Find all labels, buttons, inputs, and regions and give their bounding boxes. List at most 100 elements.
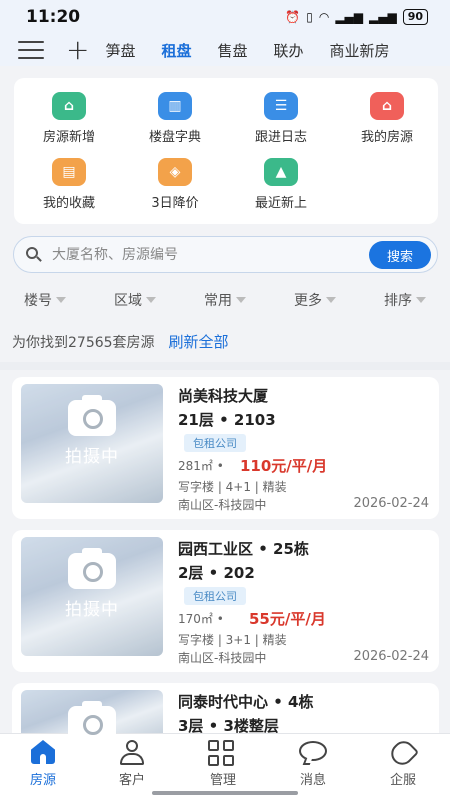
message-icon: [298, 740, 328, 766]
my-house-icon: ⌂: [370, 92, 404, 120]
quick-action-label: 楼盘字典: [148, 130, 201, 145]
quick-action-favorites[interactable]: ▤ 我的收藏: [14, 158, 124, 211]
quick-action-label: 我的房源: [360, 130, 413, 145]
search-icon: [26, 246, 42, 263]
listing-card[interactable]: 拍摄中 尚美科技大厦 21层 • 2103 包租公司 281㎡ • 110元/平…: [12, 377, 439, 519]
nav-label: 客户: [118, 773, 145, 788]
filter-common[interactable]: 常用: [204, 290, 246, 310]
listing-area: 281㎡ •: [178, 459, 224, 473]
quick-action-label: 最近新上: [254, 196, 307, 211]
search-button[interactable]: 搜索: [369, 241, 431, 269]
quick-action-label: 我的收藏: [42, 196, 95, 211]
camera-icon: [68, 548, 116, 589]
listing-district: 南山区-科技园中: [178, 498, 267, 512]
listing-date: 2026-02-24: [353, 649, 429, 664]
tab-sale[interactable]: 售盘: [218, 40, 248, 61]
listing-title: 尚美科技大厦: [178, 387, 269, 405]
divider: [0, 362, 450, 370]
listing-photo: 拍摄中: [21, 384, 163, 503]
menu-icon[interactable]: [18, 41, 44, 59]
status-icons: ⏰ ▯ ◠ ▂▄▆ ▂▄▆ 90: [285, 9, 428, 25]
filter-area[interactable]: 区域: [114, 290, 156, 310]
tab-joint-office[interactable]: 联办: [274, 40, 304, 61]
vibrate-icon: ▯: [306, 10, 313, 24]
caret-down-icon: [56, 297, 66, 303]
alarm-icon: ⏰: [285, 10, 301, 24]
listing-badge: 包租公司: [184, 587, 246, 605]
result-row: 为你找到27565套房源 刷新全部: [12, 331, 229, 352]
listing-tags: 写字楼 | 3+1 | 精装: [178, 633, 287, 647]
nav-clients[interactable]: 客户: [97, 740, 167, 788]
listing-card[interactable]: 拍摄中 园西工业区 • 25栋 2层 • 202 包租公司 170㎡ • 55元…: [12, 530, 439, 672]
nav-label: 房源: [29, 773, 56, 788]
listing-badge: 包租公司: [184, 434, 246, 452]
filter-label: 更多: [294, 293, 322, 309]
new-bag-icon: ▲: [264, 158, 298, 186]
camera-icon: [68, 395, 116, 436]
search-bar: 搜索: [13, 236, 438, 273]
listing-area: 170㎡ •: [178, 612, 224, 626]
search-input[interactable]: [52, 246, 352, 263]
top-bar: + 笋盘 租盘 售盘 联办 商业新房: [0, 34, 450, 66]
status-bar: 11:20 ⏰ ▯ ◠ ▂▄▆ ▂▄▆ 90: [0, 0, 450, 34]
listing-price: 55元/平/月: [249, 610, 326, 628]
caret-down-icon: [416, 297, 426, 303]
filter-label: 排序: [384, 293, 412, 309]
filter-more[interactable]: 更多: [294, 290, 336, 310]
wallet-icon: ▤: [52, 158, 86, 186]
camera-icon: [68, 701, 116, 742]
quick-action-price-drop[interactable]: ◈ 3日降价: [120, 158, 230, 211]
filter-building-number[interactable]: 楼号: [24, 290, 66, 310]
listing-district: 南山区-科技园中: [178, 651, 267, 665]
quick-action-follow-log[interactable]: ☰ 跟进日志: [226, 92, 336, 145]
battery-icon: 90: [402, 9, 428, 25]
house-plus-icon: ⌂: [52, 92, 86, 120]
bottom-nav: 房源 客户 管理 消息 企服: [0, 733, 450, 800]
listing-photo: 拍摄中: [21, 537, 163, 656]
grid-icon: [208, 740, 238, 766]
nav-label: 消息: [299, 773, 326, 788]
refresh-all-link[interactable]: 刷新全部: [169, 331, 229, 352]
wifi-icon: ◠: [318, 10, 330, 24]
nav-listings[interactable]: 房源: [8, 740, 78, 788]
quick-action-recent-new[interactable]: ▲ 最近新上: [226, 158, 336, 211]
filter-sort[interactable]: 排序: [384, 290, 426, 310]
quick-actions-card: ⌂ 房源新增 ▥ 楼盘字典 ☰ 跟进日志 ⌂ 我的房源 ▤ 我的收藏 ◈ 3日降…: [14, 78, 438, 224]
heart-icon: [386, 736, 420, 770]
home-icon: [28, 740, 58, 766]
quick-action-my-listings[interactable]: ⌂ 我的房源: [332, 92, 442, 145]
tab-sunpan[interactable]: 笋盘: [105, 40, 135, 61]
caret-down-icon: [326, 297, 336, 303]
status-time: 11:20: [26, 7, 81, 27]
person-icon: [117, 740, 147, 766]
building-icon: ▥: [158, 92, 192, 120]
home-indicator[interactable]: [152, 791, 298, 795]
listing-date: 2026-02-24: [353, 496, 429, 511]
quick-action-add-listing[interactable]: ⌂ 房源新增: [14, 92, 124, 145]
log-icon: ☰: [264, 92, 298, 120]
caret-down-icon: [236, 297, 246, 303]
add-icon[interactable]: +: [66, 36, 89, 64]
tab-rent[interactable]: 租盘: [161, 40, 191, 61]
quick-action-label: 3日降价: [151, 196, 199, 211]
quick-action-label: 房源新增: [42, 130, 95, 145]
listing-tags: 写字楼 | 4+1 | 精装: [178, 480, 287, 494]
filter-label: 楼号: [24, 293, 52, 309]
result-count: 为你找到27565套房源: [12, 334, 155, 351]
tab-commercial-new[interactable]: 商业新房: [330, 40, 390, 61]
nav-messages[interactable]: 消息: [278, 740, 348, 788]
quick-action-label: 跟进日志: [254, 130, 307, 145]
listing-title: 园西工业区 • 25栋: [178, 540, 309, 558]
signal-icon: ▂▄▆: [335, 10, 363, 24]
photo-status: 拍摄中: [65, 600, 119, 620]
listing-floor: 2层 • 202: [178, 564, 255, 582]
filter-row: 楼号 区域 常用 更多 排序: [0, 290, 450, 320]
quick-action-building-dictionary[interactable]: ▥ 楼盘字典: [120, 92, 230, 145]
price-tag-icon: ◈: [158, 158, 192, 186]
nav-management[interactable]: 管理: [188, 740, 258, 788]
caret-down-icon: [146, 297, 156, 303]
nav-enterprise[interactable]: 企服: [368, 736, 438, 788]
filter-label: 常用: [204, 293, 232, 309]
nav-label: 管理: [209, 773, 236, 788]
filter-label: 区域: [114, 293, 142, 309]
